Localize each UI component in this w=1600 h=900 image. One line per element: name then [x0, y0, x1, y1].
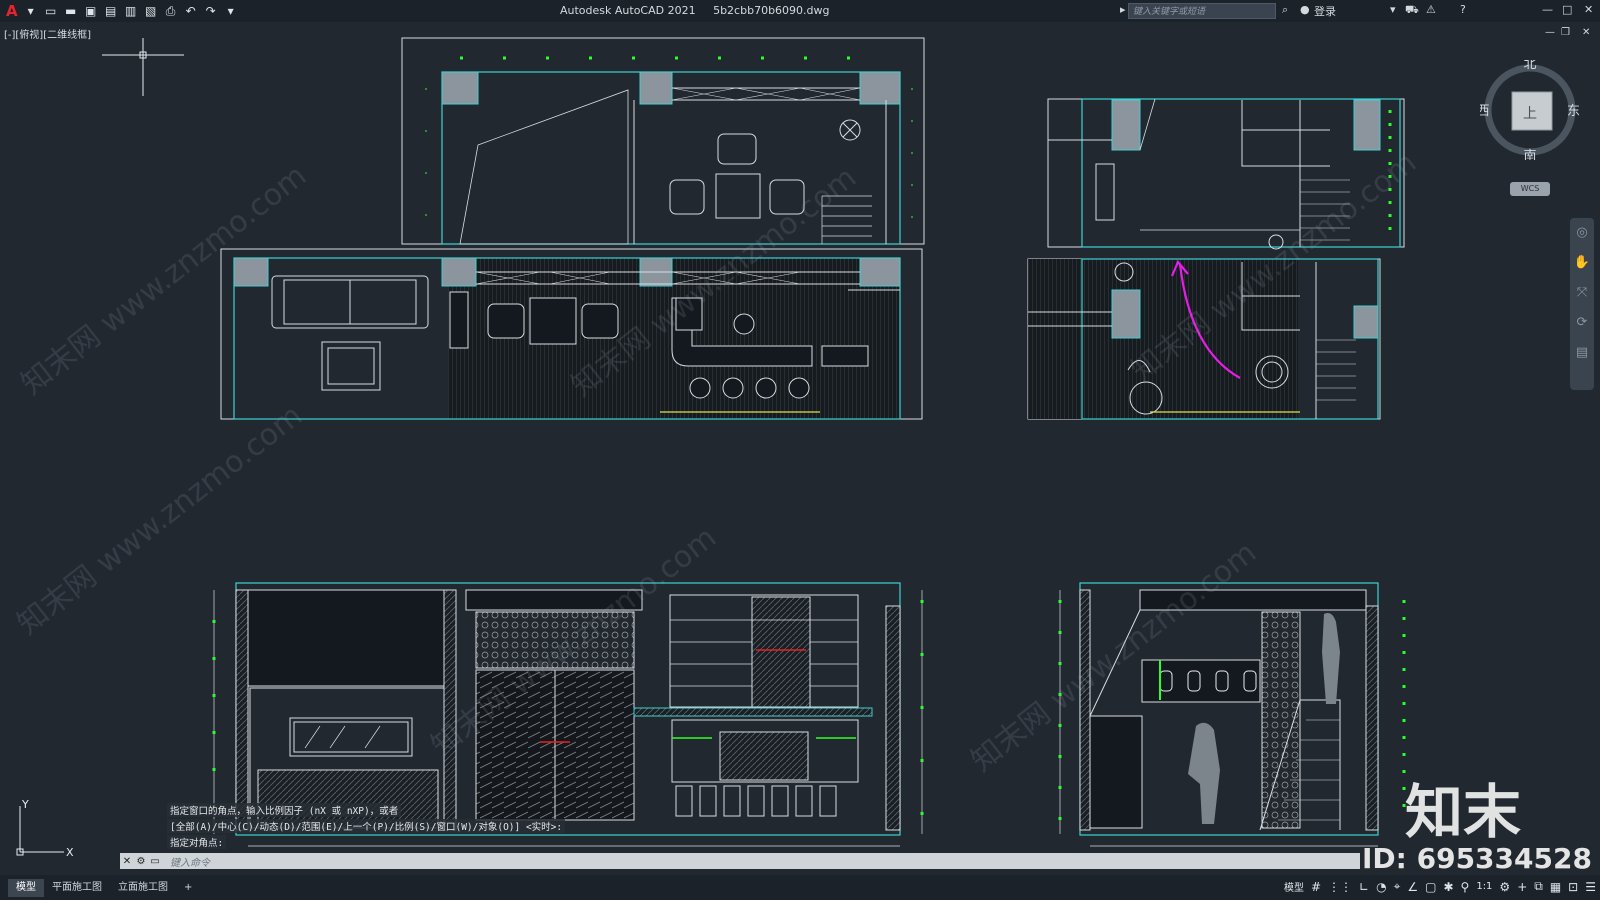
app-title: Autodesk AutoCAD 2021 — [560, 4, 696, 17]
workspace-gear-icon[interactable]: ⚙ — [1499, 880, 1510, 894]
customization-menu-icon[interactable]: ☰ — [1585, 880, 1596, 894]
autocad-logo-icon[interactable]: A — [6, 2, 18, 20]
ucs-icon: Y X — [16, 798, 74, 859]
svg-text:X: X — [66, 846, 74, 859]
otrack-icon[interactable]: ∠ — [1407, 880, 1418, 894]
viewcube-face[interactable]: 上 — [1523, 106, 1537, 122]
polar-icon[interactable]: ◔ — [1376, 880, 1386, 894]
annotation-visibility-icon[interactable]: ✱ — [1443, 880, 1453, 894]
floor-plan-lower-left[interactable] — [220, 248, 923, 420]
open-folder-icon[interactable]: ▬ — [64, 4, 78, 18]
svg-text:Y: Y — [21, 798, 29, 811]
annotation-scale[interactable]: 1:1 — [1476, 881, 1492, 892]
cart-icon[interactable]: ⛟ — [1405, 3, 1419, 18]
quick-access-toolbar: A ▾ ▭ ▬ ▣ ▤ ▥ ▧ ⎙ ↶ ↷ ▾ — [6, 2, 238, 20]
hardware-icon[interactable]: ▦ — [1550, 880, 1561, 894]
new-file-icon[interactable]: ▭ — [44, 4, 58, 18]
title-bar: A ▾ ▭ ▬ ▣ ▤ ▥ ▧ ⎙ ↶ ↷ ▾ Autodesk AutoCAD… — [0, 0, 1600, 22]
clean-screen-icon[interactable]: ⊡ — [1568, 880, 1578, 894]
print-icon[interactable]: ⎙ — [164, 4, 178, 18]
pan-icon[interactable]: ✋ — [1570, 248, 1594, 278]
command-history-line: [全部(A)/中心(C)/动态(D)/范围(E)/上一个(P)/比例(S)/窗口… — [167, 819, 566, 833]
recent-commands-icon[interactable]: ▭ — [148, 856, 162, 867]
viewcube-west[interactable]: 西 — [1480, 104, 1490, 119]
undo-icon[interactable]: ↶ — [184, 4, 198, 18]
tab-model[interactable]: 模型 — [8, 878, 44, 897]
orbit-icon[interactable]: ⟳ — [1570, 308, 1594, 338]
id-watermark: ID: 695334528 — [1362, 842, 1592, 875]
search-icon[interactable]: ⌕ — [1282, 3, 1288, 17]
command-line[interactable]: ✕ ⚙ ▭ 键入命令 — [120, 853, 1360, 869]
showmotion-icon[interactable]: ▤ — [1570, 338, 1594, 368]
expand-arrow-icon[interactable]: ▸ — [1120, 3, 1126, 16]
status-bar: 模型 平面施工图 立面施工图 + 模型 # ⋮⋮ ∟ ◔ ⌖ ∠ ▢ ✱ ⚲ 1… — [0, 875, 1600, 900]
steering-wheel-icon[interactable]: ◎ — [1570, 218, 1594, 248]
viewcube-north[interactable]: 北 — [1523, 60, 1536, 72]
redo-icon[interactable]: ↷ — [204, 4, 218, 18]
model-space-toggle[interactable]: 模型 — [1284, 879, 1304, 894]
help-icon[interactable]: ? — [1460, 3, 1466, 16]
tab-layout-elevation[interactable]: 立面施工图 — [110, 879, 176, 897]
annotation-scale-icon[interactable]: ⚲ — [1461, 880, 1470, 894]
dropdown-arrow-icon[interactable]: ▾ — [1390, 3, 1396, 16]
command-history-line: 指定对角点: — [167, 835, 227, 849]
close-icon[interactable]: ✕ — [120, 856, 134, 867]
save-as-icon[interactable]: ▤ — [104, 4, 118, 18]
command-history-line: 指定窗口的角点，输入比例因子 (nX 或 nXP)，或者 — [167, 803, 402, 817]
viewcube[interactable]: 上 北 南 西 东 — [1480, 60, 1580, 160]
navigation-bar: ◎ ✋ ⤧ ⟳ ▤ — [1570, 218, 1594, 390]
login-link[interactable]: 登录 — [1314, 3, 1336, 19]
osnap-icon[interactable]: ⌖ — [1394, 879, 1401, 894]
command-input[interactable]: 键入命令 — [170, 854, 210, 869]
minimize-button[interactable]: — — [1542, 3, 1553, 16]
elevation-drawing-right[interactable] — [1058, 582, 1406, 847]
viewcube-east[interactable]: 东 — [1567, 104, 1580, 119]
file-name: 5b2cbb70b6090.dwg — [713, 4, 830, 17]
zoom-extents-icon[interactable]: ⤧ — [1570, 278, 1594, 308]
user-icon[interactable]: ● — [1300, 3, 1310, 16]
dropdown-arrow-icon[interactable]: ▾ — [24, 4, 38, 18]
isolate-icon[interactable]: ⧉ — [1534, 879, 1543, 894]
cursor-crosshair — [102, 38, 184, 96]
brand-watermark: 知末 — [1405, 778, 1522, 846]
save-icon[interactable]: ▣ — [84, 4, 98, 18]
lineweight-icon[interactable]: ▢ — [1425, 880, 1436, 894]
plot-preview-icon[interactable]: ▧ — [144, 4, 158, 18]
grid-icon[interactable]: # — [1311, 880, 1321, 894]
customize-toolbar-icon[interactable]: ▾ — [224, 4, 238, 18]
maximize-button[interactable]: □ — [1562, 3, 1572, 16]
floor-plan-upper-left[interactable] — [401, 37, 925, 245]
snap-icon[interactable]: ⋮⋮ — [1328, 880, 1352, 894]
customize-icon[interactable]: ⚙ — [134, 856, 148, 867]
close-button[interactable]: ✕ — [1584, 3, 1593, 16]
add-layout-icon[interactable]: + — [176, 879, 200, 897]
autodesk-icon[interactable]: ⚠ — [1426, 3, 1436, 16]
status-tools: 模型 # ⋮⋮ ∟ ◔ ⌖ ∠ ▢ ✱ ⚲ 1:1 ⚙ + ⧉ ▦ ⊡ ☰ — [1284, 879, 1596, 894]
publish-icon[interactable]: ▥ — [124, 4, 138, 18]
tab-layout-plan[interactable]: 平面施工图 — [44, 879, 110, 897]
viewcube-south[interactable]: 南 — [1523, 148, 1536, 160]
window-title: Autodesk AutoCAD 2021 5b2cbb70b6090.dwg — [560, 4, 830, 17]
plus-icon[interactable]: + — [1517, 880, 1527, 894]
wcs-menu[interactable]: WCS — [1510, 182, 1550, 196]
ortho-icon[interactable]: ∟ — [1359, 880, 1369, 894]
search-input[interactable]: 键入关键字或短语 — [1128, 3, 1276, 19]
